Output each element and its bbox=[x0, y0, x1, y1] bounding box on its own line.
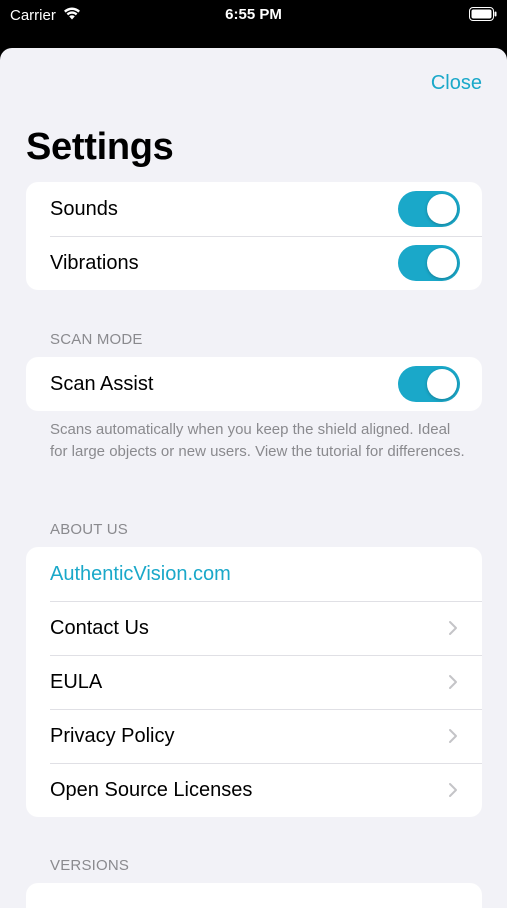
versions-group bbox=[26, 883, 482, 908]
versions-header: VERSIONS bbox=[50, 857, 130, 874]
sounds-row: Sounds bbox=[26, 182, 482, 236]
website-link-row[interactable]: AuthenticVision.com bbox=[26, 547, 482, 601]
scan-assist-label: Scan Assist bbox=[50, 372, 154, 395]
contact-us-row[interactable]: Contact Us bbox=[26, 601, 482, 655]
scan-assist-row: Scan Assist bbox=[26, 357, 482, 411]
scan-mode-header: SCAN MODE bbox=[50, 331, 143, 348]
about-us-header: ABOUT US bbox=[50, 521, 129, 538]
settings-sheet: Close Settings Sounds Vibrations SCAN MO… bbox=[0, 48, 507, 908]
battery-icon bbox=[469, 7, 497, 25]
chevron-right-icon bbox=[446, 726, 460, 746]
chevron-right-icon bbox=[446, 618, 460, 638]
website-link[interactable]: AuthenticVision.com bbox=[50, 563, 460, 586]
chevron-right-icon bbox=[446, 672, 460, 692]
contact-us-label: Contact Us bbox=[50, 616, 149, 639]
scan-assist-toggle[interactable] bbox=[398, 366, 460, 402]
sounds-toggle[interactable] bbox=[398, 191, 460, 227]
open-source-licenses-row[interactable]: Open Source Licenses bbox=[26, 763, 482, 817]
status-bar: Carrier 6:55 PM bbox=[0, 0, 507, 32]
open-source-licenses-label: Open Source Licenses bbox=[50, 778, 253, 801]
privacy-policy-label: Privacy Policy bbox=[50, 724, 175, 747]
general-settings-group: Sounds Vibrations bbox=[26, 182, 482, 290]
eula-label: EULA bbox=[50, 670, 103, 693]
vibrations-toggle[interactable] bbox=[398, 245, 460, 281]
privacy-policy-row[interactable]: Privacy Policy bbox=[26, 709, 482, 763]
toggle-knob bbox=[427, 248, 457, 278]
status-time: 6:55 PM bbox=[225, 6, 282, 23]
eula-row[interactable]: EULA bbox=[26, 655, 482, 709]
page-title: Settings bbox=[26, 126, 174, 168]
vibrations-row: Vibrations bbox=[26, 236, 482, 290]
close-button[interactable]: Close bbox=[431, 72, 482, 95]
scan-mode-group: Scan Assist bbox=[26, 357, 482, 411]
vibrations-label: Vibrations bbox=[50, 251, 139, 274]
scan-assist-footnote: Scans automatically when you keep the sh… bbox=[50, 421, 465, 460]
toggle-knob bbox=[427, 194, 457, 224]
sounds-label: Sounds bbox=[50, 197, 118, 220]
about-us-group: AuthenticVision.com Contact Us EULA Priv… bbox=[26, 547, 482, 817]
chevron-right-icon bbox=[446, 780, 460, 800]
toggle-knob bbox=[427, 369, 457, 399]
